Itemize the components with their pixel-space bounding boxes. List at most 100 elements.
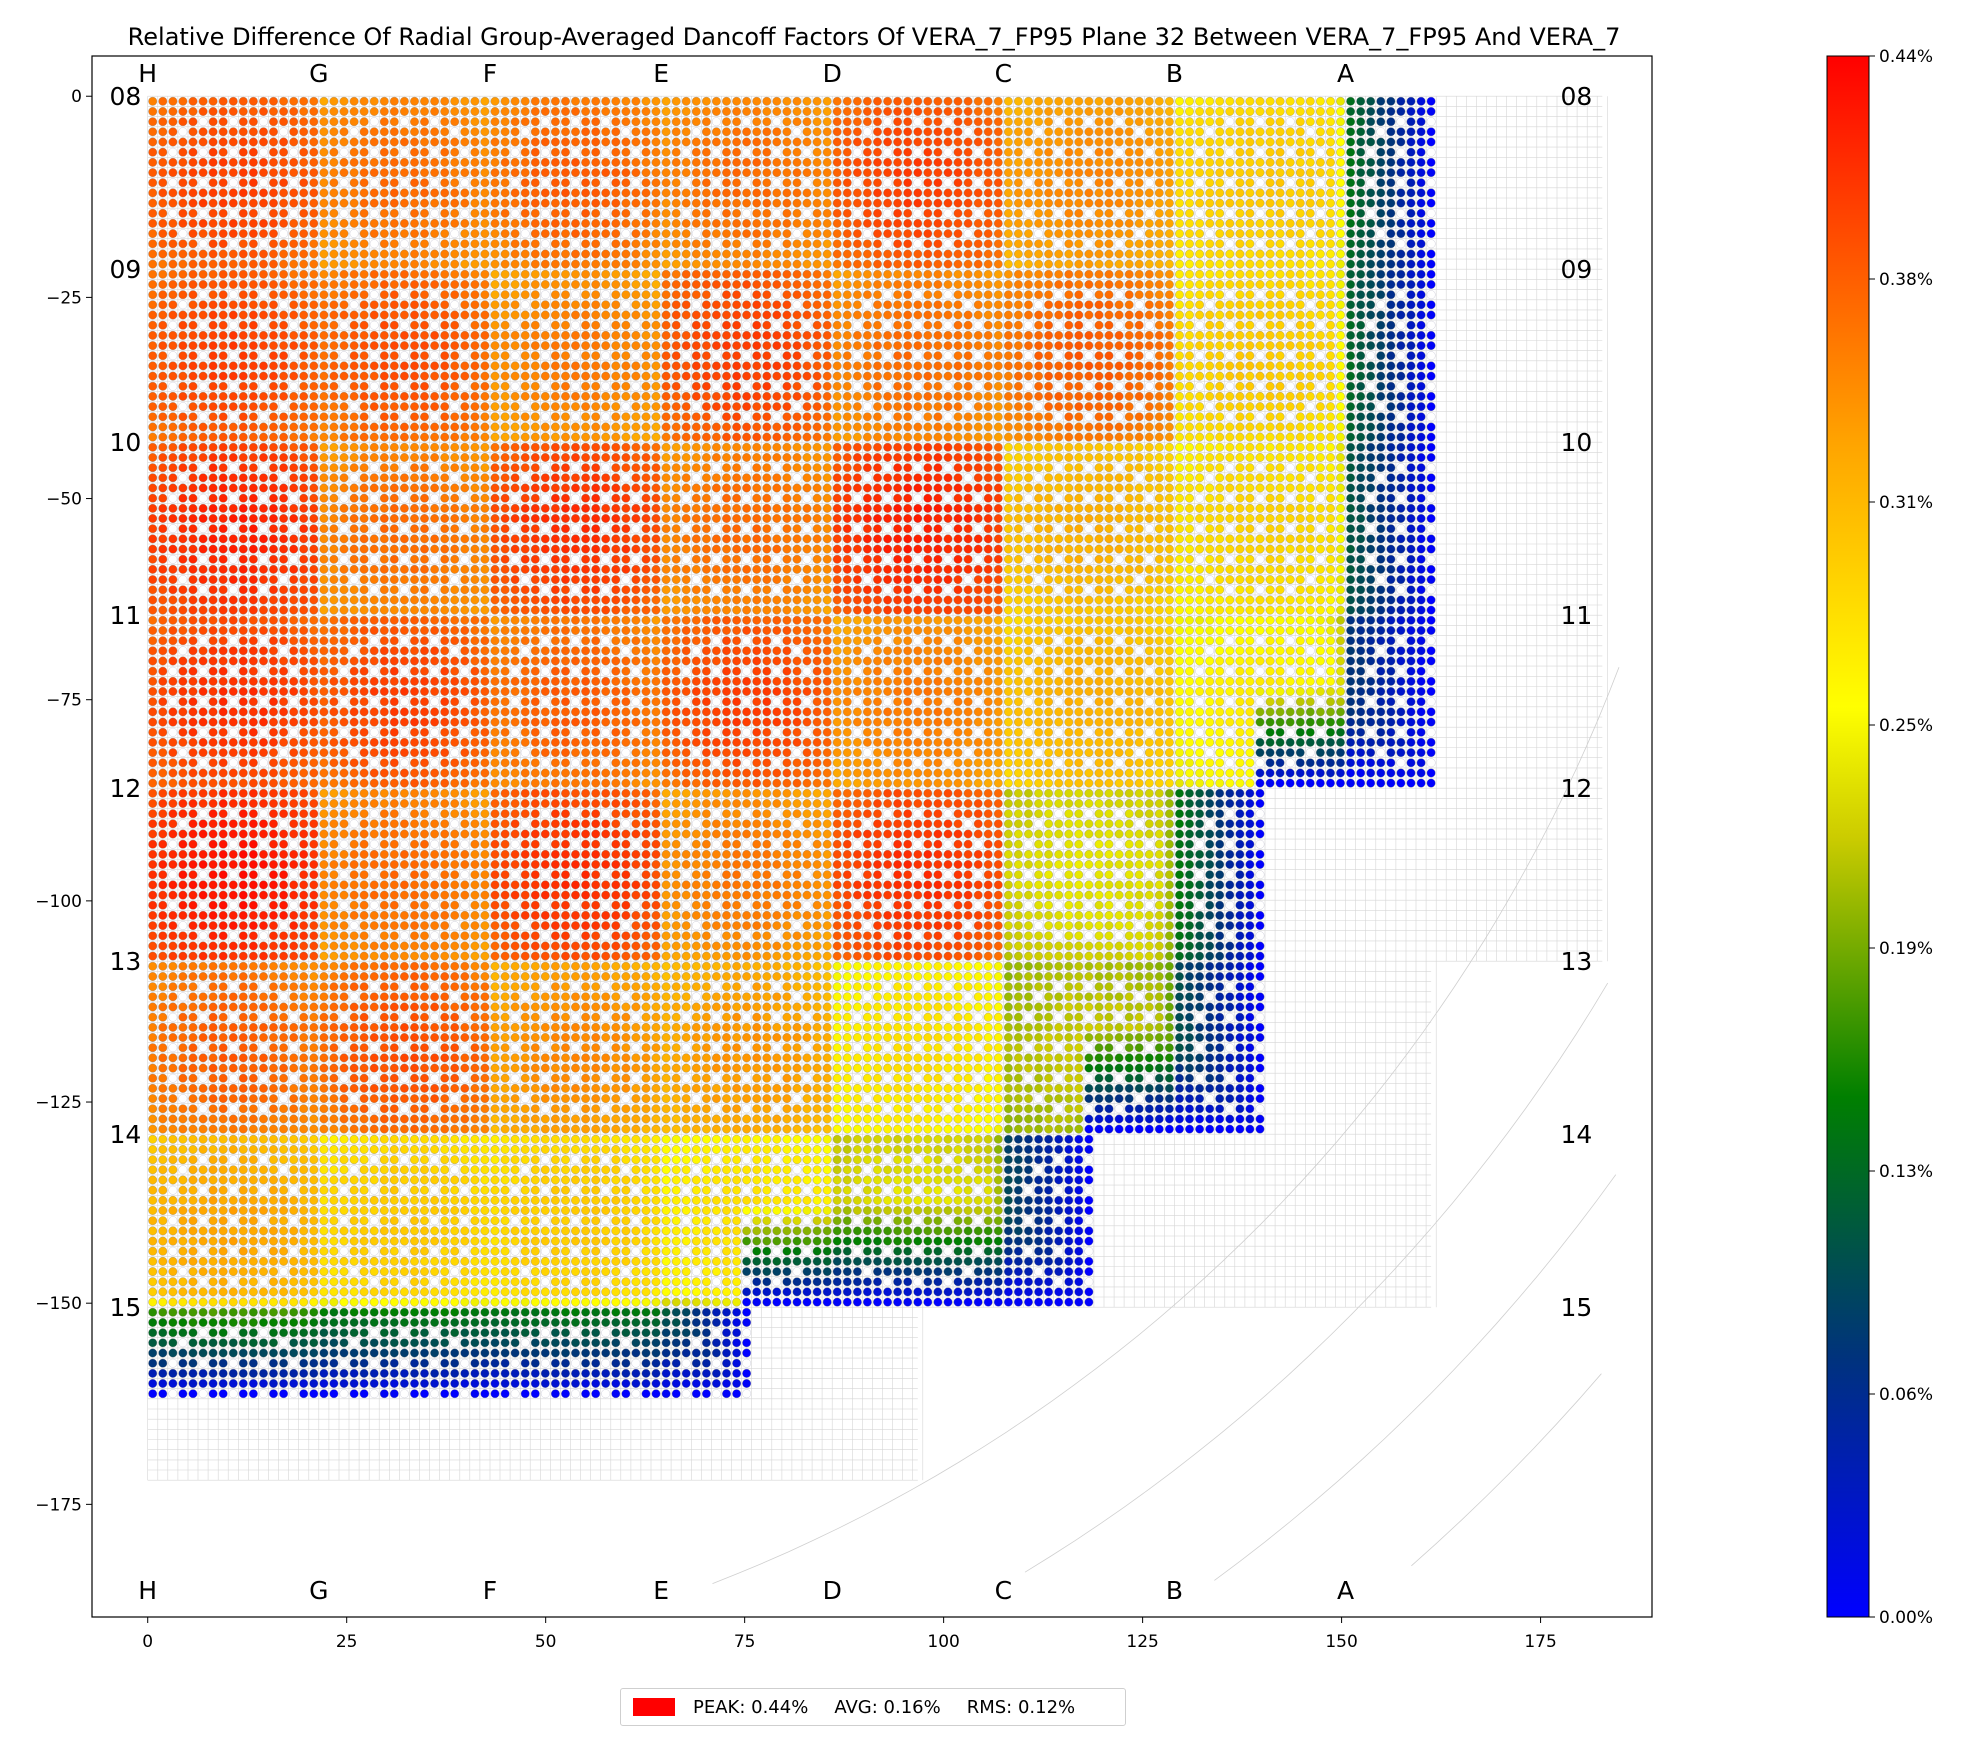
pin-marker [611,341,621,351]
pin-marker [1064,229,1074,239]
pin-marker [540,218,550,228]
pin-marker [1205,432,1215,442]
pin-marker [1064,168,1074,178]
pin-marker [329,300,339,310]
guide-tube-marker [1034,473,1044,483]
guide-tube-marker [259,351,268,361]
pin-marker [832,107,842,116]
pin-marker [319,188,329,198]
pin-marker [1346,280,1356,289]
pin-marker [470,178,480,188]
pin-marker [802,402,812,412]
pin-marker [329,432,339,442]
guide-tube-marker [792,402,802,412]
pin-marker [550,229,560,239]
pin-marker [218,229,228,239]
pin-marker [269,249,278,259]
pin-marker [208,147,218,157]
pin-marker [651,381,661,391]
pin-marker [289,310,299,320]
pin-marker [530,188,540,198]
pin-marker [1245,412,1255,422]
guide-tube-marker [450,127,460,137]
pin-marker [792,381,802,391]
pin-marker [742,453,752,462]
pin-marker [782,269,792,279]
guide-tube-marker [681,381,691,391]
pin-marker [651,117,661,127]
pin-marker [1426,218,1436,228]
guide-tube-marker [1396,412,1406,422]
pin-marker [1104,290,1114,300]
pin-marker [1315,198,1325,208]
pin-marker [1326,280,1335,289]
pin-marker [812,300,822,310]
pin-marker [500,280,510,289]
pin-marker [359,229,369,239]
pin-marker [1406,290,1416,300]
pin-marker [923,432,933,442]
pin-marker [903,157,913,167]
pin-marker [581,107,591,116]
pin-marker [1054,422,1064,432]
pin-marker [933,463,943,473]
guide-tube-marker [691,127,701,137]
pin-marker [722,320,731,330]
pin-marker [1003,402,1013,412]
guide-tube-marker [1396,147,1406,157]
pin-marker [561,107,570,116]
pin-marker [1094,96,1104,106]
pin-marker [1195,269,1205,279]
pin-marker [238,391,248,401]
pin-marker [299,188,309,198]
guide-tube-marker [510,381,520,391]
pin-marker [802,442,812,452]
pin-marker [953,188,963,198]
pin-marker [782,310,792,320]
pin-marker [1285,453,1295,462]
pin-marker [953,290,963,300]
pin-marker [711,300,721,310]
pin-marker [631,412,641,422]
pin-marker [218,198,228,208]
pin-marker [1235,483,1245,493]
pin-marker [218,422,228,432]
pin-marker [842,341,852,351]
pin-marker [651,198,661,208]
pin-marker [208,290,218,300]
pin-marker [399,300,409,310]
pin-marker [862,188,872,198]
pin-marker [1315,300,1325,310]
guide-tube-marker [943,320,953,330]
pin-marker [379,127,389,137]
pin-marker [772,188,782,198]
pin-marker [852,300,862,310]
pin-marker [1376,330,1386,340]
pin-marker [832,320,842,330]
pin-marker [883,330,893,340]
pin-marker [1376,168,1386,178]
guide-tube-marker [913,412,923,422]
pin-marker [903,432,913,442]
guide-tube-marker [1054,208,1064,218]
pin-marker [369,269,379,279]
pin-marker [430,442,440,452]
pin-marker [842,269,852,279]
pin-marker [1084,300,1094,310]
pin-marker [601,391,611,401]
pin-marker [671,249,681,259]
pin-marker [802,157,812,167]
guide-tube-marker [460,381,470,391]
pin-marker [711,96,721,106]
pin-marker [198,371,208,381]
pin-marker [1416,453,1426,462]
pin-marker [591,280,601,289]
pin-marker [752,300,762,310]
pin-marker [158,127,168,137]
pin-marker [772,249,782,259]
pin-marker [1235,96,1245,106]
pin-marker [430,310,440,320]
pin-marker [993,107,1003,116]
pin-marker [1164,442,1174,452]
pin-marker [762,127,772,137]
